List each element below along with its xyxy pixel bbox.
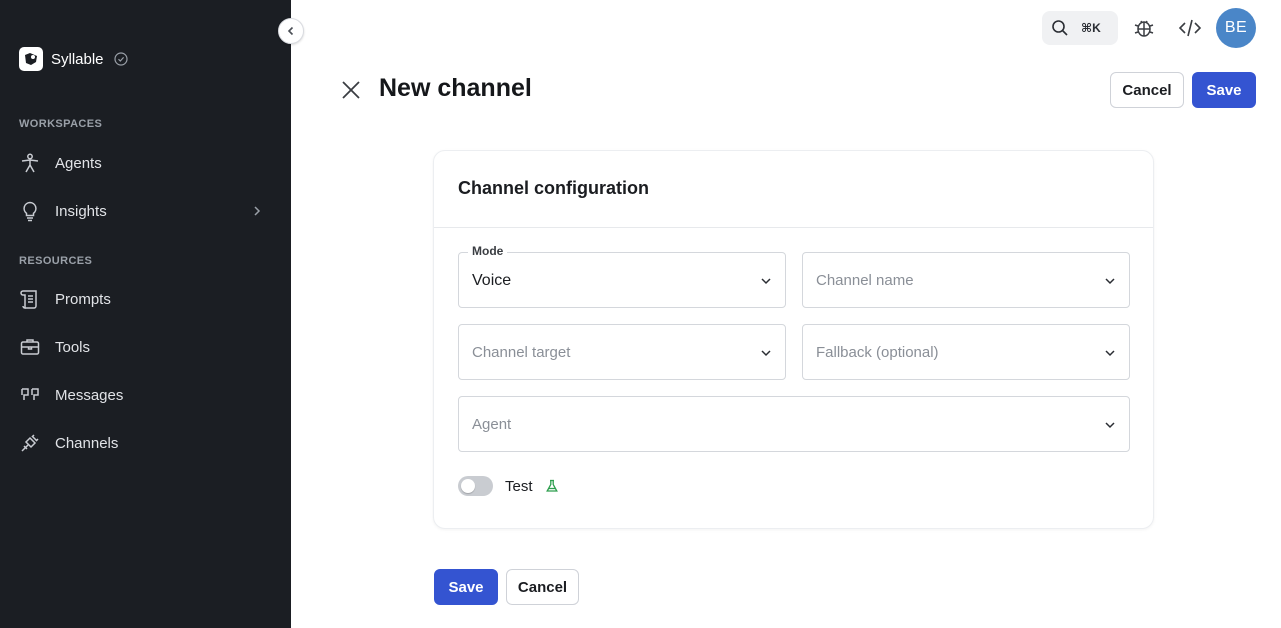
agent-icon [21, 153, 39, 173]
card-title: Channel configuration [458, 178, 649, 198]
brand-name: Syllable [51, 50, 104, 68]
sidebar-item-messages[interactable]: Messages [19, 379, 271, 411]
chevron-down-icon [1105, 422, 1115, 429]
agent-placeholder: Agent [472, 416, 512, 433]
sidebar-item-label: Messages [55, 386, 124, 404]
mode-select[interactable]: Mode Voice [458, 244, 786, 308]
fallback-placeholder: Fallback (optional) [816, 344, 939, 361]
verified-check-icon [113, 52, 128, 66]
developer-button[interactable] [1178, 16, 1202, 40]
section-label-resources: RESOURCES [19, 255, 93, 267]
search-icon [1052, 20, 1068, 36]
test-toggle[interactable] [458, 476, 493, 496]
sidebar-item-insights[interactable]: Insights [19, 195, 271, 227]
close-icon[interactable] [339, 78, 363, 102]
footer-cancel-button[interactable]: Cancel [506, 569, 579, 605]
channel-name-placeholder: Channel name [816, 272, 914, 289]
save-button[interactable]: Save [1192, 72, 1256, 108]
sidebar-item-label: Channels [55, 434, 119, 452]
page-title: New channel [379, 74, 532, 102]
bug-report-button[interactable] [1132, 16, 1156, 40]
sidebar-item-label: Tools [55, 338, 91, 356]
scroll-icon [20, 290, 37, 309]
cancel-button[interactable]: Cancel [1110, 72, 1184, 108]
sidebar-item-channels[interactable]: Channels [19, 427, 271, 459]
bug-icon [1134, 20, 1154, 37]
flask-icon [545, 479, 558, 492]
code-icon [1178, 19, 1202, 37]
divider [434, 227, 1153, 228]
sidebar-item-label: Agents [55, 154, 102, 172]
channel-configuration-card: Channel configuration Mode Voice Channel… [433, 150, 1154, 529]
sidebar-item-label: Insights [55, 202, 107, 220]
agent-select[interactable]: Agent [458, 396, 1130, 452]
sidebar-item-label: Prompts [55, 290, 111, 308]
mode-label: Mode [468, 244, 508, 258]
fallback-select[interactable]: Fallback (optional) [802, 324, 1130, 380]
channel-target-placeholder: Channel target [472, 344, 571, 361]
section-label-workspaces: WORKSPACES [19, 118, 103, 130]
chevron-down-icon [761, 350, 771, 357]
chevron-right-icon [254, 206, 261, 216]
chevron-down-icon [1105, 278, 1115, 285]
chevron-down-icon [1105, 350, 1115, 357]
lightbulb-icon [23, 201, 37, 222]
chevron-left-icon [287, 26, 294, 36]
sidebar-item-agents[interactable]: Agents [19, 147, 271, 179]
channel-name-select[interactable]: Channel name [802, 252, 1130, 308]
mode-value: Voice [472, 272, 512, 289]
test-toggle-row: Test [458, 476, 559, 496]
plug-icon [21, 434, 39, 452]
toggle-knob [461, 479, 475, 493]
footer-save-button[interactable]: Save [434, 569, 498, 605]
quote-icon [21, 388, 39, 400]
brand[interactable]: Syllable [19, 47, 128, 71]
sidebar: Syllable WORKSPACES Agents Insights RESO… [0, 0, 291, 628]
sidebar-item-tools[interactable]: Tools [19, 331, 271, 363]
collapse-sidebar-button[interactable] [278, 18, 304, 44]
shortcut-hint: ⌘K [1081, 21, 1101, 35]
channel-target-select[interactable]: Channel target [458, 324, 786, 380]
search-button[interactable]: ⌘K [1042, 11, 1118, 45]
syllable-logo-icon [19, 47, 43, 71]
briefcase-icon [20, 339, 40, 355]
test-label: Test [505, 477, 533, 495]
user-avatar[interactable]: BE [1216, 8, 1256, 48]
sidebar-item-prompts[interactable]: Prompts [19, 283, 271, 315]
chevron-down-icon [761, 278, 771, 285]
